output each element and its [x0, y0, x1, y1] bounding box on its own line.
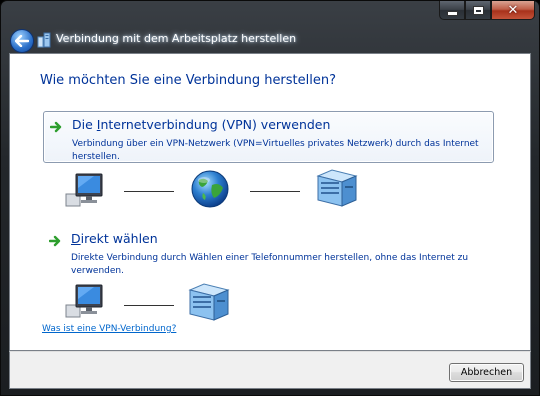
option-use-vpn[interactable]: Die Internetverbindung (VPN) verwenden V…	[43, 111, 494, 163]
option-title-part: nternetverbindung (VPN) verwenden	[100, 117, 331, 132]
minimize-icon	[447, 11, 457, 15]
maximize-icon	[473, 6, 483, 14]
green-arrow-icon	[50, 121, 62, 133]
close-button[interactable]: ✕	[491, 1, 535, 20]
option-title: Die Internetverbindung (VPN) verwenden	[72, 117, 330, 132]
option-description: Direkte Verbindung durch Wählen einer Te…	[71, 253, 469, 276]
window-controls: ✕	[439, 1, 535, 21]
title-bar[interactable]: ✕ Verbindung mit dem Arbeitsplatz herste…	[1, 1, 540, 53]
green-arrow-icon	[49, 235, 61, 247]
maximize-button[interactable]	[465, 1, 491, 20]
option-description: Verbindung über ein VPN-Netzwerk (VPN=Vi…	[72, 139, 479, 162]
wizard-window: ✕ Verbindung mit dem Arbeitsplatz herste…	[0, 0, 540, 396]
connection-line	[250, 191, 300, 192]
back-arrow-icon	[15, 35, 29, 47]
connection-line	[124, 305, 174, 306]
server-icon	[188, 283, 230, 321]
option-title: Direkt wählen	[71, 231, 158, 246]
content-area: Wie möchten Sie eine Verbindung herstell…	[9, 53, 531, 351]
page-heading: Wie möchten Sie eine Verbindung herstell…	[40, 73, 337, 88]
globe-icon	[191, 170, 229, 208]
connection-line	[124, 191, 174, 192]
window-title: Verbindung mit dem Arbeitsplatz herstell…	[56, 32, 297, 45]
computer-icon	[65, 173, 103, 207]
cancel-button[interactable]: Abbrechen	[449, 363, 524, 382]
server-icon	[316, 169, 358, 207]
option-title-part: Die	[72, 117, 97, 132]
back-button[interactable]	[10, 29, 34, 53]
option-dial-directly[interactable]: Direkt wählen Direkte Verbindung durch W…	[43, 226, 494, 280]
computer-icon	[65, 284, 103, 318]
close-icon: ✕	[507, 2, 519, 18]
dialog-footer: Abbrechen	[9, 351, 531, 389]
access-key: D	[71, 231, 81, 246]
network-wizard-icon	[37, 32, 51, 48]
help-link-vpn[interactable]: Was ist eine VPN-Verbindung?	[42, 324, 176, 334]
minimize-button[interactable]	[439, 1, 465, 20]
option-title-part: irekt wählen	[80, 231, 158, 246]
